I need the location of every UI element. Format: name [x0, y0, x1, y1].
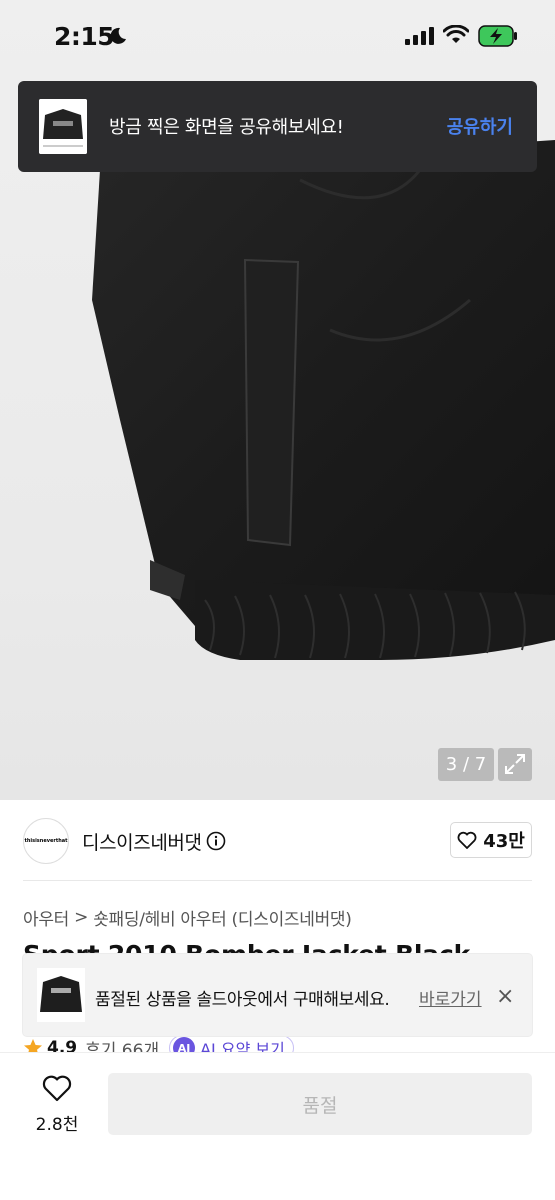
- brand-logo[interactable]: thisisneverthat: [23, 818, 69, 864]
- heart-icon: [42, 1075, 72, 1102]
- status-bar: 2:15: [0, 0, 555, 75]
- brand-row: thisisneverthat 디스이즈네버댓 43만: [0, 800, 555, 880]
- soldout-message: 품절된 상품을 솔드아웃에서 구매해보세요.: [95, 990, 390, 1010]
- brand-like-button[interactable]: 43만: [450, 822, 532, 858]
- soldout-banner: 품절된 상품을 솔드아웃에서 구매해보세요. 바로가기 ×: [23, 954, 532, 1036]
- breadcrumb-separator: >: [74, 907, 89, 928]
- wishlist-button[interactable]: 2.8천: [22, 1075, 92, 1135]
- screenshot-thumbnail[interactable]: [39, 99, 87, 154]
- brand-like-count: 43만: [483, 831, 525, 852]
- expand-icon: [505, 754, 525, 774]
- product-title: Sport 2010 Bomber Jacket Black: [23, 940, 470, 954]
- close-icon[interactable]: ×: [496, 984, 514, 1009]
- share-toast-message: 방금 찍은 화면을 공유해보세요!: [109, 117, 344, 138]
- breadcrumb-subcategory[interactable]: 숏패딩/헤비 아우터 (디스이즈네버댓): [93, 910, 352, 930]
- brand-name[interactable]: 디스이즈네버댓: [82, 828, 202, 855]
- go-now-link[interactable]: 바로가기: [419, 985, 482, 1010]
- image-counter: 3 / 7: [438, 748, 494, 781]
- divider: [23, 880, 532, 881]
- cellular-signal-icon: [405, 27, 435, 49]
- soldout-thumbnail: [37, 968, 85, 1022]
- fullscreen-button[interactable]: [498, 748, 532, 781]
- heart-icon: [457, 831, 477, 849]
- share-button[interactable]: 공유하기: [447, 113, 513, 139]
- wishlist-count: 2.8천: [35, 1115, 79, 1135]
- share-screenshot-toast: 방금 찍은 화면을 공유해보세요! 공유하기: [18, 81, 537, 172]
- moon-icon: [108, 26, 128, 50]
- soldout-button[interactable]: 품절: [108, 1073, 532, 1135]
- status-time: 2:15: [54, 22, 115, 51]
- breadcrumb: 아우터 > 숏패딩/헤비 아우터 (디스이즈네버댓): [23, 905, 352, 931]
- info-icon[interactable]: [206, 831, 226, 855]
- bottom-action-bar: 2.8천 품절: [0, 1052, 555, 1200]
- battery-charging-icon: [478, 25, 518, 51]
- wifi-icon: [442, 24, 470, 49]
- product-detail-page: 2:15 방금 찍은 화면을 공유해보세요! 공유하기 3 / 7 thisis…: [0, 0, 555, 1200]
- breadcrumb-category[interactable]: 아우터: [23, 910, 69, 930]
